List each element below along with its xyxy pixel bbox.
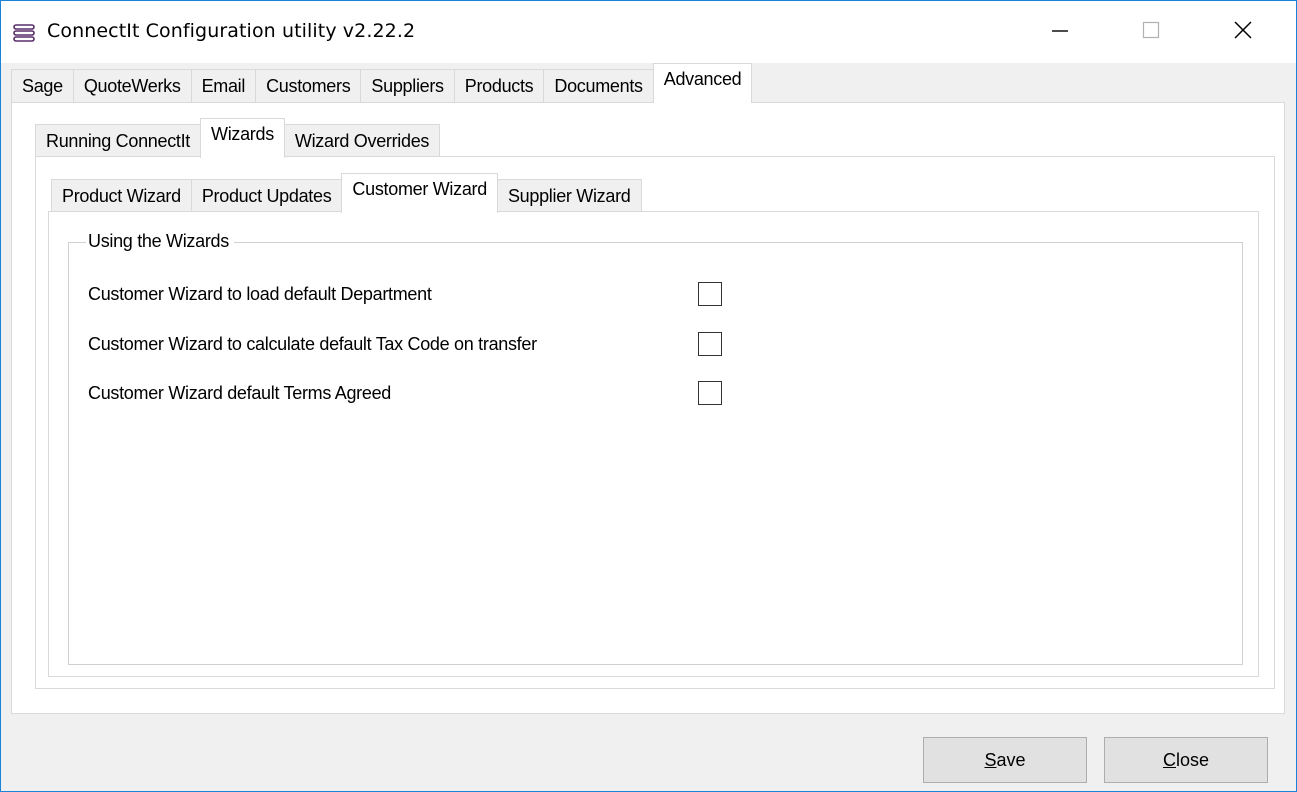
app-stack-icon xyxy=(13,24,35,42)
maximize-icon xyxy=(1141,20,1161,45)
close-button[interactable]: Close xyxy=(1104,737,1268,783)
tab-wizard-overrides[interactable]: Wizard Overrides xyxy=(283,124,441,158)
config-window: ConnectIt Configuration utility v2.22.2 … xyxy=(0,0,1297,792)
title-bar: ConnectIt Configuration utility v2.22.2 xyxy=(1,1,1296,63)
tab-products[interactable]: Products xyxy=(453,69,545,103)
tab-email[interactable]: Email xyxy=(190,69,257,103)
window-title: ConnectIt Configuration utility v2.22.2 xyxy=(47,20,416,42)
close-mnemonic: C xyxy=(1162,749,1176,770)
advanced-tab-strip: Running ConnectIt Wizards Wizard Overrid… xyxy=(35,118,441,158)
tab-documents[interactable]: Documents xyxy=(543,69,654,103)
tab-sage[interactable]: Sage xyxy=(11,69,74,103)
tab-customers[interactable]: Customers xyxy=(255,69,362,103)
tab-suppliers[interactable]: Suppliers xyxy=(360,69,455,103)
main-tab-strip: Sage QuoteWerks Email Customers Supplier… xyxy=(11,63,753,103)
tab-advanced[interactable]: Advanced xyxy=(652,63,753,103)
minimize-icon xyxy=(1049,20,1069,45)
save-button[interactable]: Save xyxy=(923,737,1087,783)
close-icon xyxy=(1233,20,1253,45)
tab-customer-wizard[interactable]: Customer Wizard xyxy=(341,173,498,213)
save-mnemonic: S xyxy=(984,749,997,770)
group-title: Using the Wizards xyxy=(86,231,234,252)
tab-product-updates[interactable]: Product Updates xyxy=(190,179,343,213)
using-wizards-group xyxy=(68,242,1243,665)
close-label-rest: lose xyxy=(1175,749,1210,770)
wizard-tab-strip: Product Wizard Product Updates Customer … xyxy=(51,173,642,213)
calc-tax-code-checkbox[interactable] xyxy=(698,332,722,356)
calc-tax-code-label: Customer Wizard to calculate default Tax… xyxy=(88,334,537,354)
maximize-button[interactable] xyxy=(1105,1,1197,63)
tab-quotewerks[interactable]: QuoteWerks xyxy=(72,69,192,103)
tab-product-wizard[interactable]: Product Wizard xyxy=(51,179,192,213)
save-label-rest: ave xyxy=(996,749,1026,770)
terms-agreed-checkbox[interactable] xyxy=(698,381,722,405)
load-department-label: Customer Wizard to load default Departme… xyxy=(88,284,432,304)
load-department-checkbox[interactable] xyxy=(698,282,722,306)
minimize-button[interactable] xyxy=(1013,1,1105,63)
tab-supplier-wizard[interactable]: Supplier Wizard xyxy=(496,179,642,213)
tab-running-connectit[interactable]: Running ConnectIt xyxy=(35,124,201,158)
terms-agreed-label: Customer Wizard default Terms Agreed xyxy=(88,383,391,403)
close-window-button[interactable] xyxy=(1197,1,1289,63)
tab-wizards[interactable]: Wizards xyxy=(200,118,285,158)
